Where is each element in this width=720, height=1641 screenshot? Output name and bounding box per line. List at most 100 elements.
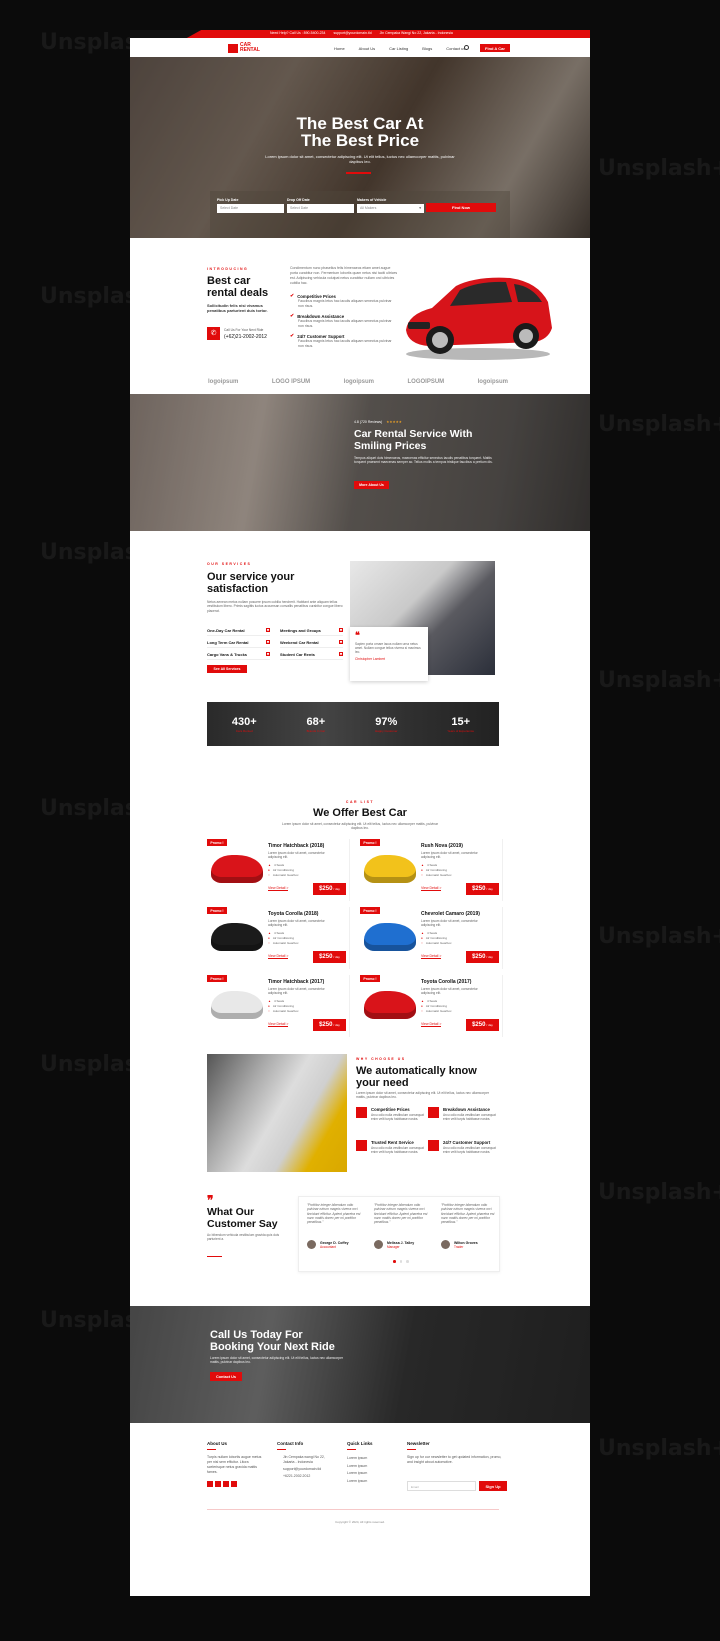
car-list-eyebrow: CAR LIST (345, 800, 375, 804)
footer-link[interactable]: Lorem ipsum (347, 1463, 387, 1471)
carousel-dot[interactable] (399, 1260, 402, 1263)
menu-item-car-listing[interactable]: Car Listing (389, 46, 408, 51)
find-now-button[interactable]: Find Now (426, 203, 496, 212)
deals-lead: Sollicitudin felis nisi vivamus penatibu… (207, 303, 268, 313)
seat-icon: ▲ (268, 863, 271, 867)
call-us-block[interactable]: ✆ Call Us For Your Next Ride (+62)21-200… (207, 327, 267, 340)
service-list: One-Day Car Rental + Meetings and Groups +… (207, 628, 343, 660)
check-icon: ✔ (290, 293, 295, 299)
service-item[interactable]: One-Day Car Rental + (207, 628, 270, 636)
gearbox-icon: ○ (268, 873, 270, 877)
footer-email[interactable]: support@yourdomain.tld (277, 1467, 337, 1472)
deals-eyebrow: INTRODUCING (207, 267, 249, 271)
footer-link[interactable]: Lorem ipsum (347, 1455, 387, 1463)
twitter-icon[interactable] (221, 31, 225, 35)
footer-link[interactable]: Lorem ipsum (347, 1478, 387, 1486)
footer-about: About Us Turpis nullam lobortis augue me… (207, 1441, 263, 1487)
newsletter-email-input[interactable]: Email (407, 1481, 476, 1491)
testimonial-quote: "Porttitor integer bibendum odio pulvina… (374, 1203, 428, 1225)
promo-badge: Promo ! (360, 907, 380, 914)
car-price: $250/ day (466, 1019, 499, 1031)
menu-item-home[interactable]: Home (334, 46, 345, 51)
deals-title: Best car rental deals (207, 275, 269, 299)
price-tag-icon (356, 1107, 367, 1118)
deals-intro: Condimentum nunc phasellus felis himenae… (290, 266, 398, 285)
car-image (211, 923, 263, 951)
car-image (211, 855, 263, 883)
car-card[interactable]: Promo ! Timor Hatchback (2017) Lorem ipsum… (207, 975, 350, 1037)
facebook-icon[interactable] (212, 31, 216, 35)
car-image (211, 991, 263, 1019)
avatar (441, 1240, 450, 1249)
landing-page: CAR RENTAL Home About Us Car Listing Blog… (130, 38, 590, 1596)
view-detail-link[interactable]: View Detail > (268, 954, 289, 959)
service-item[interactable]: Cargo Vans & Trucks + (207, 652, 270, 660)
top-email[interactable]: support@yourdomain.tld (333, 31, 371, 35)
view-detail-link[interactable]: View Detail > (421, 1022, 442, 1027)
car-image (364, 855, 416, 883)
pickup-date-field: Pick Up Date Select Date (217, 198, 284, 213)
service-item[interactable]: Weekend Car Rental + (280, 640, 343, 648)
stat-item: 68+ Brands In Car (306, 715, 326, 733)
car-features: ▲ 4 Seats ● Air Conditioning ○ Automatic Gear… (421, 863, 452, 877)
more-about-us-button[interactable]: More About Us (354, 481, 389, 489)
view-detail-link[interactable]: View Detail > (421, 886, 442, 891)
carousel-dot[interactable] (393, 1260, 396, 1263)
instagram-icon[interactable] (231, 1481, 237, 1487)
top-social-links (212, 31, 243, 35)
service-item[interactable]: Meetings and Groups + (280, 628, 343, 636)
search-icon[interactable] (464, 45, 469, 50)
plus-icon: + (339, 628, 343, 632)
footer-phone[interactable]: +6221.2002.2012 (277, 1474, 337, 1479)
twitter-icon[interactable] (215, 1481, 221, 1487)
pickup-date-input[interactable]: Select Date (217, 204, 284, 213)
car-description: Lorem ipsum dolor sit amet, consectetur … (268, 851, 325, 860)
top-help-phone[interactable]: Need Help? Call Us : 890-5400-234 (270, 31, 325, 35)
view-detail-link[interactable]: View Detail > (268, 1022, 289, 1027)
testimonial-quote: "Porttitor integer bibendum odio pulvina… (307, 1203, 361, 1225)
dropoff-date-input[interactable]: Select Date (287, 204, 354, 213)
service-item[interactable]: Student Car Rents + (280, 652, 343, 660)
car-price: $250/ day (313, 1019, 346, 1031)
car-image (364, 991, 416, 1019)
car-price: $250/ day (466, 951, 499, 963)
instagram-icon[interactable] (239, 31, 243, 35)
red-car-image (406, 277, 552, 360)
menu-item-about[interactable]: About Us (359, 46, 375, 51)
sign-up-button[interactable]: Sign Up (479, 1481, 507, 1491)
testimonial-carousel: "Porttitor integer bibendum odio pulvina… (298, 1196, 500, 1272)
quote-author: Christopher Lambert (355, 656, 386, 661)
car-card[interactable]: Promo ! Rush Nova (2019) Lorem ipsum dolor… (360, 839, 503, 901)
hero-subtitle: Lorem ipsum dolor sit amet, consectetur … (265, 154, 455, 164)
call-to-action-banner: Call Us Today For Booking Your Next Ride … (130, 1306, 590, 1423)
car-card[interactable]: Promo ! Toyota Corolla (2017) Lorem ipsum … (360, 975, 503, 1037)
dropoff-date-field: Drop Off Date Select Date (287, 198, 354, 213)
top-contact-info: Need Help? Call Us : 890-5400-234 suppor… (270, 31, 453, 35)
contact-us-button[interactable]: Contact Us (210, 1372, 242, 1381)
partner-logos: logoipsum LOGO IPSUM logoipsum LOGOIPSUM… (208, 379, 508, 385)
services-title: Our service your satisfaction (207, 571, 295, 595)
service-item[interactable]: Long Term Car Rental + (207, 640, 270, 648)
car-card[interactable]: Promo ! Timor Hatchback (2018) Lorem ipsum… (207, 839, 350, 901)
youtube-icon[interactable] (230, 31, 234, 35)
car-features: ▲ 4 Seats ● Air Conditioning ○ Automatic Gear… (421, 999, 452, 1013)
menu-item-contact[interactable]: Contact us (446, 46, 465, 51)
car-card[interactable]: Promo ! Chevrolet Camaro (2019) Lorem ipsu… (360, 907, 503, 969)
view-detail-link[interactable]: View Detail > (421, 954, 442, 959)
find-a-car-button[interactable]: Find A Car (480, 44, 510, 52)
youtube-icon[interactable] (223, 1481, 229, 1487)
facebook-icon[interactable] (207, 1481, 213, 1487)
seat-icon: ▲ (268, 999, 271, 1003)
carousel-dot[interactable] (406, 1260, 409, 1263)
deals-phone: (+62)21-2002-2012 (224, 333, 267, 340)
testimonial-person: George D. Coffey Accountant (307, 1240, 349, 1249)
menu-item-blogs[interactable]: Blogs (422, 46, 432, 51)
makers-select[interactable]: All Makers ▾ (357, 204, 424, 213)
plus-icon: + (339, 640, 343, 644)
stat-item: 15+ Years of Experience (447, 715, 475, 733)
view-detail-link[interactable]: View Detail > (268, 886, 289, 891)
car-card[interactable]: Promo ! Toyota Corolla (2018) Lorem ipsum … (207, 907, 350, 969)
site-logo[interactable]: CAR RENTAL (228, 43, 260, 53)
footer-link[interactable]: Lorem ipsum (347, 1470, 387, 1478)
see-all-services-button[interactable]: See All Services (207, 665, 247, 673)
